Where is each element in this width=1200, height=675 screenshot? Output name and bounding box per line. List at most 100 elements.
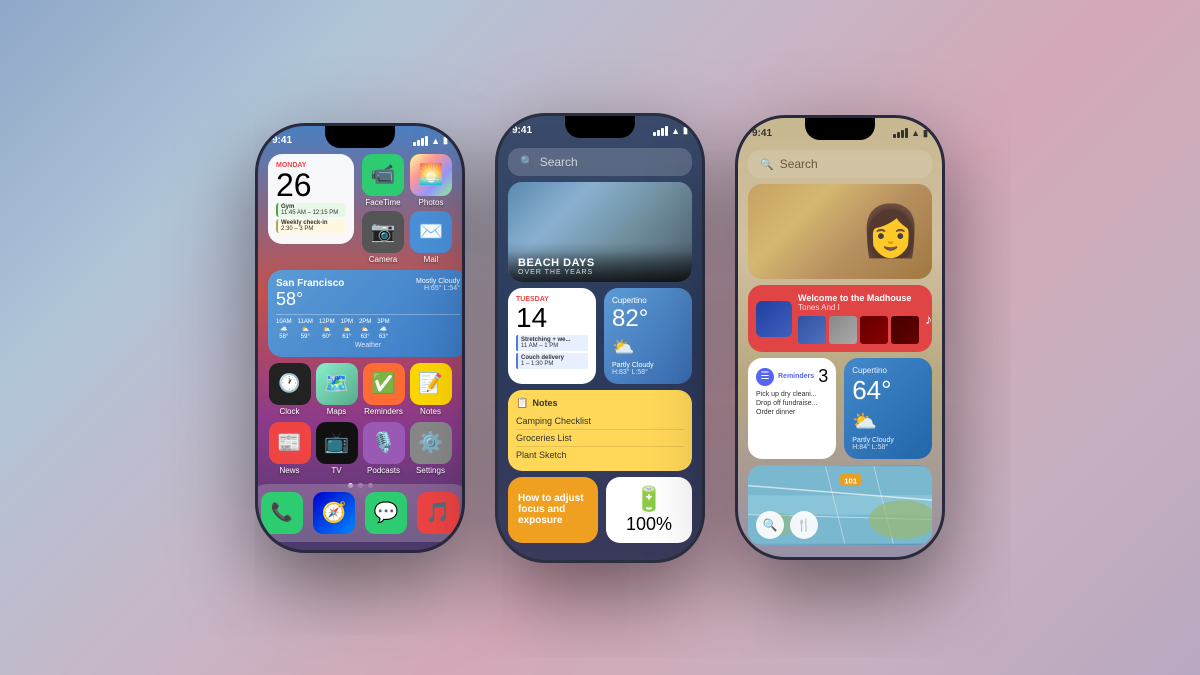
app-tv[interactable]: 📺 TV	[316, 422, 358, 475]
weather-city-2: Cupertino	[612, 296, 684, 305]
rem-item-1: Pick up dry cleani...	[756, 390, 828, 399]
weather-city-1: San Francisco	[276, 278, 344, 289]
svg-text:101: 101	[844, 477, 858, 486]
search-label-3: Search	[780, 157, 818, 171]
weather-hl-3: H:84° L:58°	[852, 444, 924, 451]
signal-icon-2	[653, 126, 668, 136]
app-podcasts[interactable]: 🎙️ Podcasts	[363, 422, 405, 475]
weather-desc-3: Partly Cloudy	[852, 437, 924, 444]
album-2	[829, 316, 857, 344]
tv-icon: 📺	[316, 422, 358, 464]
camera-icon: 📷	[362, 211, 404, 253]
weather-widget-2[interactable]: Cupertino 82° ⛅ Partly Cloudy H:83° L:58…	[604, 288, 692, 384]
rem-count-3: 3	[818, 366, 828, 387]
app-notes-1[interactable]: 📝 Notes	[410, 363, 452, 416]
dock-phone[interactable]: 📞	[261, 492, 303, 534]
map-search-btn[interactable]: 🔍	[756, 511, 784, 539]
cal2-date: 14	[516, 303, 588, 334]
news-icon: 📰	[269, 422, 311, 464]
weather-desc-2: Partly Cloudy	[612, 362, 684, 369]
settings-icon: ⚙️	[410, 422, 452, 464]
map-widget-3[interactable]: 101 🔍 🍴	[748, 465, 932, 545]
news-label: News	[279, 466, 299, 475]
mail-label: Mail	[424, 255, 439, 264]
weather-hl-1: H:65° L:54°	[416, 285, 460, 292]
music-widget-3[interactable]: Welcome to the Madhouse Tones And I ♪	[748, 285, 932, 352]
calendar-event-1: Gym 11:45 AM – 12:15 PM	[276, 203, 346, 217]
app-camera[interactable]: 📷 Camera	[362, 211, 404, 264]
calendar-date: 26	[276, 169, 346, 201]
photos-icon: 🌅	[410, 154, 452, 196]
wifi-icon-1: ▲	[431, 136, 440, 146]
dock-1: 📞 🧭 💬 🎵	[258, 484, 462, 542]
notch-2	[565, 116, 635, 138]
dock-safari[interactable]: 🧭	[313, 492, 355, 534]
search-bar-3[interactable]: 🔍 Search	[748, 150, 932, 178]
notes-title-2: Notes	[532, 398, 557, 408]
search-icon-3: 🔍	[760, 158, 774, 171]
clock-label: Clock	[279, 407, 299, 416]
music-song-3: Welcome to the Madhouse	[798, 293, 919, 303]
maps-icon: 🗺️	[316, 363, 358, 405]
reminders-label: Reminders	[364, 407, 403, 416]
map-overlay-3: 🔍 🍴	[756, 511, 818, 539]
notes-widget-2[interactable]: 📋 Notes Camping Checklist Groceries List…	[508, 390, 692, 471]
music-artist-3: Tones And I	[798, 303, 919, 312]
photos-label: Photos	[419, 198, 444, 207]
weather-widget-1[interactable]: San Francisco 58° Mostly Cloudy H:65° L:…	[268, 270, 462, 357]
wifi-icon-3: ▲	[911, 128, 920, 138]
photo-widget-2[interactable]: BEACH DAYS OVER THE YEARS	[508, 182, 692, 282]
search-bar-2[interactable]: 🔍 Search	[508, 148, 692, 176]
calendar-widget-2[interactable]: TUESDAY 14 Stretching + we... 11 AM – 1 …	[508, 288, 596, 384]
music-info-3: Welcome to the Madhouse Tones And I	[798, 293, 919, 344]
notes-item-3: Plant Sketch	[516, 447, 684, 463]
weather-temp-1: 58°	[276, 289, 344, 310]
notes-icon-emoji: 📋	[516, 398, 528, 409]
widget-row-2: How to adjust focus and exposure 🔋 100%	[508, 477, 692, 543]
cal2-event-2: Couch delivery 1 – 1:30 PM	[516, 353, 588, 369]
camera-label: Camera	[369, 255, 397, 264]
music-note-icon: ♪	[925, 311, 932, 327]
music-albums-3	[798, 316, 919, 344]
notes-item-2: Groceries List	[516, 430, 684, 447]
app-maps[interactable]: 🗺️ Maps	[316, 363, 358, 416]
app-settings[interactable]: ⚙️ Settings	[410, 422, 452, 475]
tv-label: TV	[331, 466, 341, 475]
search-label-2: Search	[540, 155, 578, 169]
cal2-event-1: Stretching + we... 11 AM – 1 PM	[516, 335, 588, 351]
photo-subtitle-2: OVER THE YEARS	[518, 269, 682, 276]
notch-1	[325, 126, 395, 148]
wifi-icon-2: ▲	[671, 126, 680, 136]
app-photos[interactable]: 🌅 Photos	[410, 154, 452, 207]
map-restaurant-btn[interactable]: 🍴	[790, 511, 818, 539]
app-news[interactable]: 📰 News	[269, 422, 311, 475]
phone-icon: 📞	[261, 492, 303, 534]
app-mail[interactable]: ✉️ Mail	[410, 211, 452, 264]
status-icons-2: ▲ ▮	[653, 125, 688, 136]
dock-messages[interactable]: 💬	[365, 492, 407, 534]
apps-row-4: 📰 News 📺 TV 🎙️ Podcasts ⚙️ Settings	[258, 422, 462, 475]
calendar-widget-1[interactable]: MONDAY 26 Gym 11:45 AM – 12:15 PM Weekly…	[268, 154, 354, 244]
messages-icon: 💬	[365, 492, 407, 534]
weather-emoji-3: ⛅	[852, 409, 924, 434]
reminders-widget-3[interactable]: ☰ Reminders 3 Pick up dry cleani... Drop…	[748, 358, 836, 459]
podcasts-icon: 🎙️	[363, 422, 405, 464]
signal-icon-1	[413, 136, 428, 146]
photo-widget-3[interactable]: 👩	[748, 184, 932, 279]
weather-label-1: Weather	[276, 342, 460, 349]
podcasts-label: Podcasts	[367, 466, 400, 475]
weather-widget-3[interactable]: Cupertino 64° ⛅ Partly Cloudy H:84° L:58…	[844, 358, 932, 459]
battery-widget-2[interactable]: 🔋 100%	[606, 477, 692, 543]
album-1	[798, 316, 826, 344]
clock-icon: 🕐	[269, 363, 311, 405]
dock-music[interactable]: 🎵	[417, 492, 459, 534]
status-icons-1: ▲ ▮	[413, 135, 448, 146]
tip-widget-2[interactable]: How to adjust focus and exposure	[508, 477, 598, 543]
app-facetime[interactable]: 📹 FaceTime	[362, 154, 404, 207]
app-reminders[interactable]: ✅ Reminders	[363, 363, 405, 416]
widget-row-3: ☰ Reminders 3 Pick up dry cleani... Drop…	[748, 358, 932, 459]
album-3	[860, 316, 888, 344]
rem-icon-3: ☰	[756, 368, 774, 386]
app-clock[interactable]: 🕐 Clock	[269, 363, 311, 416]
battery-emoji-2: 🔋	[634, 485, 664, 514]
